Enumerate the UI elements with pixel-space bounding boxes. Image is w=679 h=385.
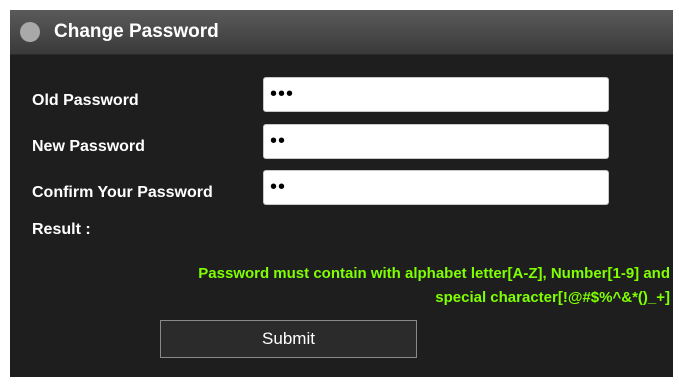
confirm-password-field[interactable]: •• xyxy=(263,170,609,205)
validation-message-line-1: Password must contain with alphabet lett… xyxy=(198,265,670,282)
validation-message: Password must contain with alphabet lett… xyxy=(14,262,670,310)
title-bar: Change Password xyxy=(10,10,673,55)
change-password-window: Change Password Old Password ••• New Pas… xyxy=(10,10,673,377)
validation-message-line-2: special character[!@#$%^&*()_+] xyxy=(435,289,670,306)
confirm-password-label: Confirm Your Password xyxy=(32,184,213,201)
old-password-label: Old Password xyxy=(32,92,139,109)
old-password-field[interactable]: ••• xyxy=(263,77,609,112)
new-password-label: New Password xyxy=(32,138,145,155)
window-title: Change Password xyxy=(54,21,219,42)
window-circle-icon xyxy=(20,22,40,42)
result-label: Result : xyxy=(32,221,91,238)
submit-button[interactable]: Submit xyxy=(160,320,417,358)
new-password-field[interactable]: •• xyxy=(263,124,609,159)
